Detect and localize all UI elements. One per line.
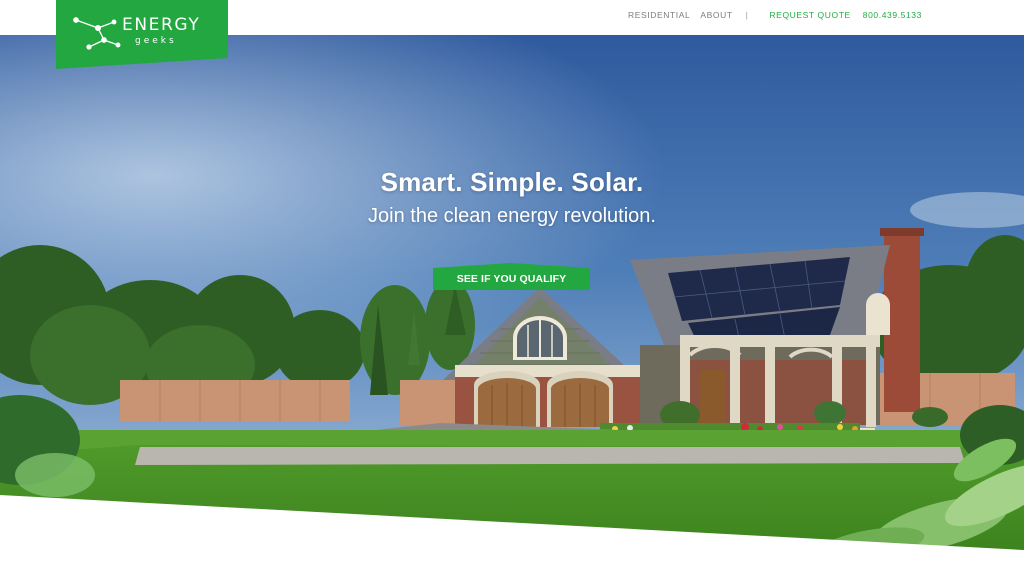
brand-logo[interactable]: ENERGY geeks [56, 0, 228, 69]
hero-subline: Join the clean energy revolution. [368, 205, 656, 227]
logo-wordmark: ENERGY [122, 15, 200, 35]
phone-link[interactable]: 800.439.5133 [863, 10, 922, 20]
hero-house-image [0, 35, 1024, 569]
nav-about-link[interactable]: ABOUT [700, 10, 732, 20]
hero-headline: Smart. Simple. Solar. [380, 167, 644, 197]
logo-badge: ENERGY geeks [56, 0, 228, 69]
solar-panels [668, 257, 850, 348]
nav-residential-link[interactable]: RESIDENTIAL [628, 10, 690, 20]
nav-separator: | [745, 10, 749, 20]
hero-section: Smart. Simple. Solar. Join the clean ene… [0, 35, 1024, 569]
request-quote-link[interactable]: REQUEST QUOTE [769, 10, 850, 20]
logo-tagline: geeks [135, 36, 177, 46]
see-if-you-qualify-button[interactable]: SEE IF YOU QUALIFY [433, 263, 590, 290]
cta-label: SEE IF YOU QUALIFY [456, 273, 567, 285]
main-nav: RESIDENTIAL ABOUT | REQUEST QUOTE 800.43… [628, 10, 922, 20]
